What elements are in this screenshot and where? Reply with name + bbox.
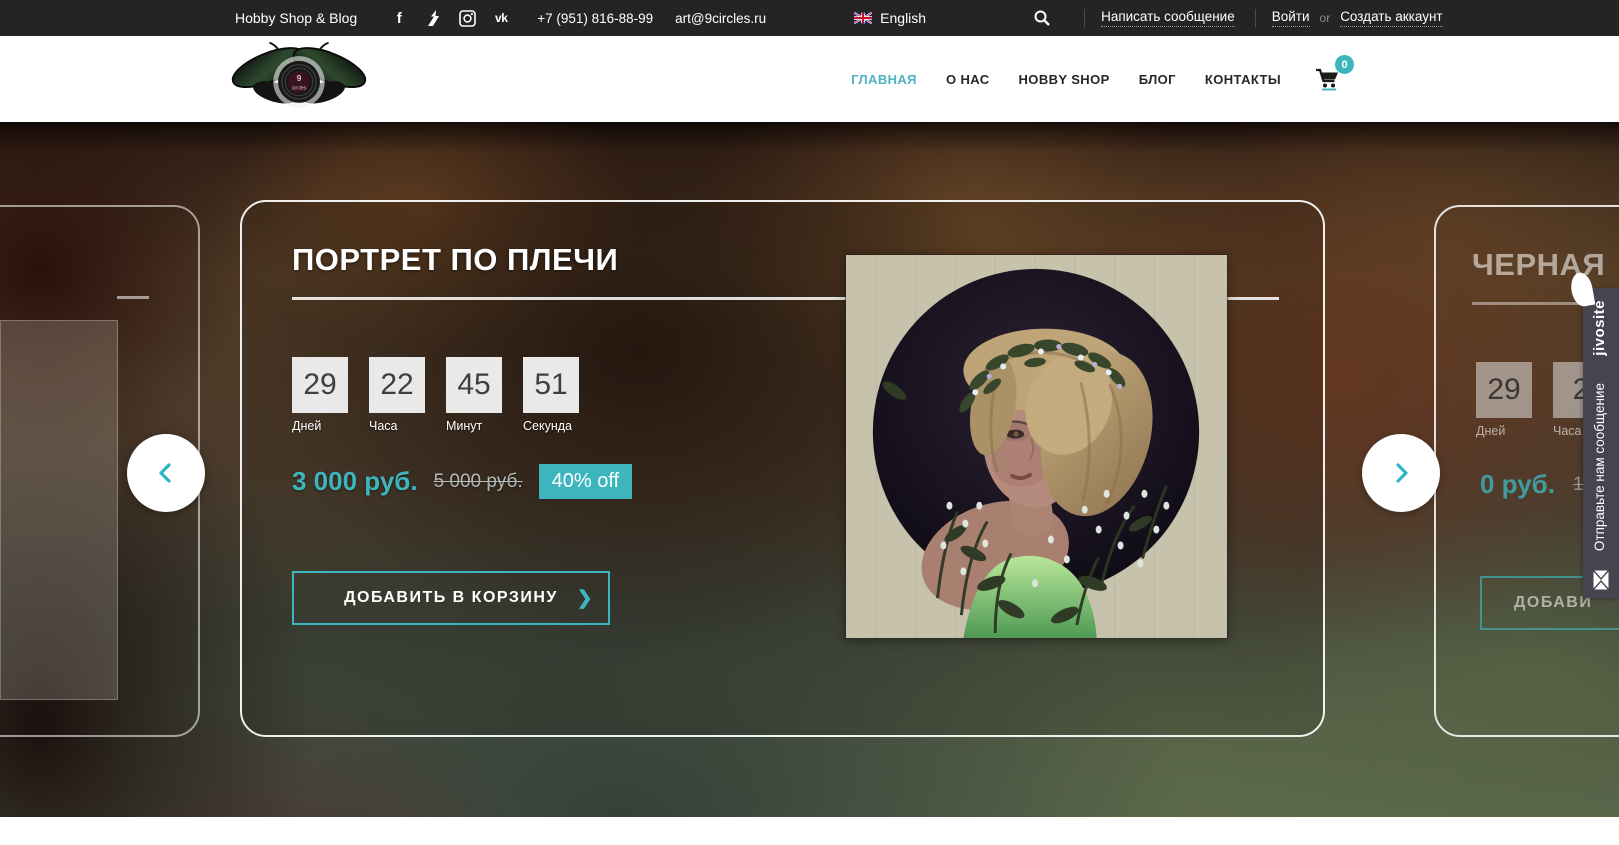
language-selector[interactable]: English bbox=[854, 10, 926, 26]
chat-message-label: Отправьте нам сообщение bbox=[1592, 383, 1607, 551]
product-image[interactable] bbox=[845, 254, 1228, 639]
countdown-timer: 29 Дней 22 Часа 45 Минут 51 Секунда bbox=[292, 357, 579, 433]
next-slide-price-row: 0 руб. 16 bbox=[1480, 469, 1594, 500]
countdown-days: 29 Дней bbox=[1476, 362, 1532, 438]
uk-flag-icon bbox=[854, 12, 872, 24]
active-slide-card: ПОРТРЕТ ПО ПЛЕЧИ 29 Дней 22 Часа 45 Мину… bbox=[240, 200, 1325, 737]
email-link[interactable]: art@9circles.ru bbox=[675, 11, 766, 26]
site-logo[interactable]: 9 circles bbox=[226, 39, 372, 119]
previous-slide-divider bbox=[117, 296, 149, 299]
old-price: 5 000 руб. bbox=[434, 471, 523, 493]
current-price: 3 000 руб. bbox=[292, 466, 418, 497]
nav-about[interactable]: О НАС bbox=[946, 72, 990, 87]
slider-next-button[interactable] bbox=[1362, 434, 1440, 512]
countdown-seconds: 51 Секунда bbox=[523, 357, 579, 433]
chat-widget-tab[interactable]: jivosite Отправьте нам сообщение bbox=[1583, 288, 1619, 598]
vk-icon[interactable]: vk bbox=[491, 8, 511, 28]
topbar-divider bbox=[1084, 9, 1085, 27]
main-header: 9 circles ГЛАВНАЯ О НАС HOBBY SHOP БЛОГ … bbox=[0, 36, 1619, 122]
language-label: English bbox=[880, 10, 926, 26]
price-row: 3 000 руб. 5 000 руб. 40% off bbox=[292, 464, 632, 499]
logo-word: circles bbox=[292, 85, 307, 91]
countdown-hours: 22 Часа bbox=[369, 357, 425, 433]
cart-count-badge: 0 bbox=[1335, 55, 1354, 74]
chevron-right-icon bbox=[1388, 460, 1414, 486]
previous-slide-image-placeholder bbox=[0, 320, 118, 700]
social-links: f vk bbox=[389, 8, 511, 28]
envelope-icon bbox=[1593, 570, 1609, 590]
register-link[interactable]: Создать аккаунт bbox=[1340, 9, 1442, 27]
cart-button[interactable]: 0 bbox=[1314, 67, 1340, 91]
countdown-days: 29 Дней bbox=[292, 357, 348, 433]
instagram-icon[interactable] bbox=[457, 8, 477, 28]
nav-home[interactable]: ГЛАВНАЯ bbox=[851, 72, 917, 87]
nav-blog[interactable]: БЛОГ bbox=[1139, 72, 1176, 87]
deviantart-icon[interactable] bbox=[423, 8, 443, 28]
jivosite-logo-text: jivosite bbox=[1591, 300, 1608, 356]
facebook-icon[interactable]: f bbox=[389, 8, 409, 28]
slide-title: ПОРТРЕТ ПО ПЛЕЧИ bbox=[292, 242, 618, 278]
main-navigation: ГЛАВНАЯ О НАС HOBBY SHOP БЛОГ КОНТАКТЫ 0 bbox=[851, 36, 1340, 122]
write-message-link[interactable]: Написать сообщение bbox=[1101, 9, 1235, 27]
topbar: Hobby Shop & Blog f vk +7 (951) 816-88-9… bbox=[0, 0, 1619, 36]
login-link[interactable]: Войти bbox=[1272, 9, 1310, 27]
discount-badge: 40% off bbox=[539, 464, 632, 499]
hero-slider: ПОРТРЕТ ПО ПЛЕЧИ 29 Дней 22 Часа 45 Мину… bbox=[0, 122, 1619, 817]
next-slide-price: 0 руб. bbox=[1480, 469, 1555, 500]
add-to-cart-button[interactable]: ДОБАВИТЬ В КОРЗИНУ ❯ bbox=[292, 571, 610, 625]
topbar-divider bbox=[1255, 9, 1256, 27]
countdown-minutes: 45 Минут bbox=[446, 357, 502, 433]
cart-icon bbox=[1314, 67, 1340, 91]
nav-contacts[interactable]: КОНТАКТЫ bbox=[1205, 72, 1281, 87]
phone-number[interactable]: +7 (951) 816-88-99 bbox=[537, 11, 653, 26]
search-icon[interactable] bbox=[1034, 10, 1050, 26]
nav-hobby-shop[interactable]: HOBBY SHOP bbox=[1019, 72, 1110, 87]
chevron-right-icon: ❯ bbox=[577, 587, 594, 610]
or-label: or bbox=[1320, 11, 1331, 25]
slider-prev-button[interactable] bbox=[127, 434, 205, 512]
logo-number: 9 bbox=[297, 73, 302, 83]
site-tagline: Hobby Shop & Blog bbox=[235, 10, 357, 26]
chevron-left-icon bbox=[153, 460, 179, 486]
